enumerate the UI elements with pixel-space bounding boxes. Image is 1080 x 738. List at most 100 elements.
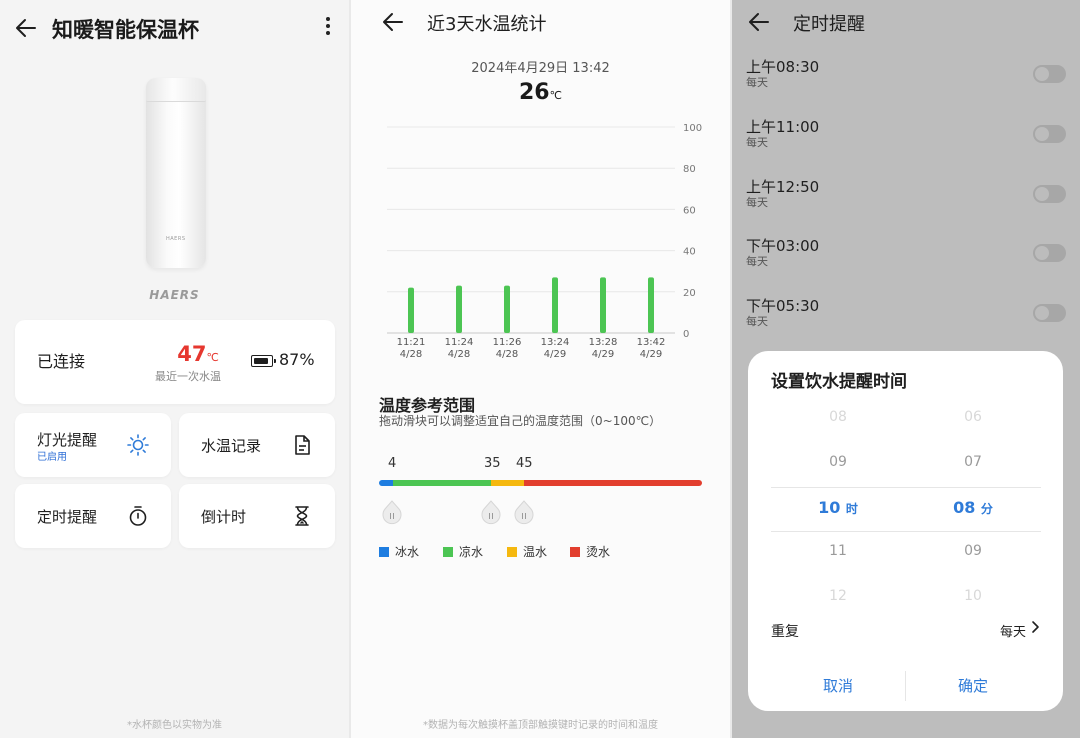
- minute-option[interactable]: 09: [913, 543, 1033, 559]
- x-tick-date: 4/29: [640, 349, 662, 360]
- cup-image: HAERS: [146, 78, 206, 268]
- minute-option[interactable]: 10: [913, 588, 1033, 604]
- button-divider: [905, 671, 906, 701]
- more-options-icon[interactable]: [318, 14, 338, 42]
- x-tick-date: 4/28: [448, 349, 470, 360]
- range-low-value: 4: [388, 456, 397, 471]
- hourglass-icon: [290, 504, 314, 528]
- hour-option[interactable]: 09: [778, 454, 898, 470]
- y-tick-label: 0: [683, 329, 689, 340]
- sun-icon: [126, 433, 150, 457]
- legend-swatch: [379, 546, 389, 557]
- selected-datetime: 2024年4月29日 13:42: [471, 61, 610, 76]
- countdown-tile[interactable]: 倒计时: [179, 484, 335, 548]
- legend-ice: 冰水: [379, 543, 419, 560]
- slider-handle-high[interactable]: [513, 500, 535, 526]
- tile-status: 已启用: [37, 452, 67, 463]
- legend-hot: 烫水: [570, 543, 610, 560]
- minute-option[interactable]: 06: [913, 409, 1033, 425]
- reminder-toggle[interactable]: [1033, 244, 1066, 262]
- y-tick-label: 40: [683, 247, 696, 258]
- cup-lid: [146, 78, 206, 102]
- minute-option[interactable]: 07: [913, 454, 1033, 470]
- back-arrow-icon[interactable]: [746, 9, 772, 35]
- hour-selected[interactable]: 10 时: [778, 498, 898, 517]
- selection-divider: [771, 487, 1041, 488]
- range-bar-cool: [393, 480, 491, 486]
- battery-level: 87%: [279, 350, 315, 369]
- reminder-toggle[interactable]: [1033, 125, 1066, 143]
- chevron-right-icon[interactable]: [1030, 619, 1040, 635]
- temperature-log-tile[interactable]: 水温记录: [179, 413, 335, 477]
- hour-option[interactable]: 11: [778, 543, 898, 559]
- tile-label: 水温记录: [201, 437, 262, 455]
- reminder-toggle[interactable]: [1033, 304, 1066, 322]
- page-title: 定时提醒: [793, 14, 865, 35]
- back-arrow-icon[interactable]: [380, 9, 406, 35]
- page-title: 知暖智能保温杯: [52, 18, 199, 42]
- range-section-hint: 拖动滑块可以调整适宜自己的温度范围（0~100℃）: [379, 414, 662, 428]
- slider-handle-low[interactable]: [381, 500, 403, 526]
- range-high-value: 45: [516, 456, 533, 471]
- selection-divider: [771, 531, 1041, 532]
- x-tick-date: 4/29: [592, 349, 614, 360]
- hour-option[interactable]: 08: [778, 409, 898, 425]
- reminder-toggle[interactable]: [1033, 65, 1066, 83]
- hour-option[interactable]: 12: [778, 588, 898, 604]
- timed-reminder-tile[interactable]: 定时提醒: [15, 484, 171, 548]
- range-bar-ice: [379, 480, 393, 486]
- x-tick-time: 11:24: [445, 337, 474, 348]
- temperature-value: 47: [177, 342, 207, 366]
- minute-suffix: 分: [980, 502, 993, 516]
- temperature-bar[interactable]: [648, 277, 654, 333]
- brand-logo: HAERS: [149, 288, 200, 302]
- legend-label: 凉水: [459, 545, 484, 559]
- temperature-bar[interactable]: [504, 285, 510, 333]
- data-disclaimer: *数据为每次触摸杯盖顶部触摸键时记录的时间和温度: [423, 720, 658, 731]
- minute-selected[interactable]: 08 分: [913, 498, 1033, 517]
- temperature-caption: 最近一次水温: [155, 370, 221, 383]
- temperature-bar[interactable]: [456, 285, 462, 333]
- timed-reminder-screen: 定时提醒 上午08:30 每天 上午11:00 每天 上午12:50 每天 下午…: [732, 0, 1080, 738]
- slider-handle-mid[interactable]: [480, 500, 502, 526]
- tile-label: 定时提醒: [37, 508, 98, 526]
- minute-value: 08: [953, 498, 976, 517]
- temperature-stats-screen: 近3天水温统计 2024年4月29日 13:42 26℃ 100 80 60 40 20…: [351, 0, 730, 738]
- device-home-screen: 知暖智能保温杯 HAERS HAERS 已连接 47℃ 最近一次水温 87% 灯…: [0, 0, 349, 738]
- x-tick-time: 13:28: [589, 337, 618, 348]
- legend-label: 温水: [523, 545, 548, 559]
- y-tick-label: 20: [683, 288, 696, 299]
- range-mid-value: 35: [484, 456, 501, 471]
- legend-warm: 温水: [507, 543, 547, 560]
- temperature-bar[interactable]: [552, 277, 558, 333]
- legend-label: 烫水: [586, 545, 611, 559]
- cancel-button[interactable]: 取消: [788, 675, 888, 696]
- temperature-bar[interactable]: [600, 277, 606, 333]
- back-arrow-icon[interactable]: [13, 15, 39, 41]
- page-title: 近3天水温统计: [427, 14, 547, 35]
- reminder-repeat: 每天: [746, 76, 768, 89]
- reminder-repeat: 每天: [746, 255, 768, 268]
- hour-value: 10: [818, 498, 841, 517]
- battery-icon: [251, 355, 276, 367]
- legend-swatch: [507, 546, 517, 557]
- document-icon: [290, 433, 314, 457]
- light-reminder-tile[interactable]: 灯光提醒 已启用: [15, 413, 171, 477]
- x-tick-date: 4/28: [496, 349, 518, 360]
- confirm-button[interactable]: 确定: [923, 675, 1023, 696]
- tile-label: 灯光提醒: [37, 431, 98, 449]
- legend-swatch: [443, 546, 453, 557]
- temperature-bar[interactable]: [408, 287, 414, 333]
- stopwatch-icon: [126, 504, 150, 528]
- repeat-value[interactable]: 每天: [1000, 621, 1026, 640]
- last-temperature: 47℃: [153, 342, 243, 366]
- x-tick-time: 11:26: [493, 337, 522, 348]
- reminder-toggle[interactable]: [1033, 185, 1066, 203]
- legend-swatch: [570, 546, 580, 557]
- status-card: 已连接 47℃ 最近一次水温 87%: [15, 320, 335, 404]
- x-tick-time: 13:24: [541, 337, 570, 348]
- y-tick-label: 60: [683, 205, 696, 216]
- connection-status: 已连接: [37, 352, 86, 371]
- y-tick-label: 100: [683, 123, 702, 134]
- selected-temperature: 26℃: [351, 80, 730, 105]
